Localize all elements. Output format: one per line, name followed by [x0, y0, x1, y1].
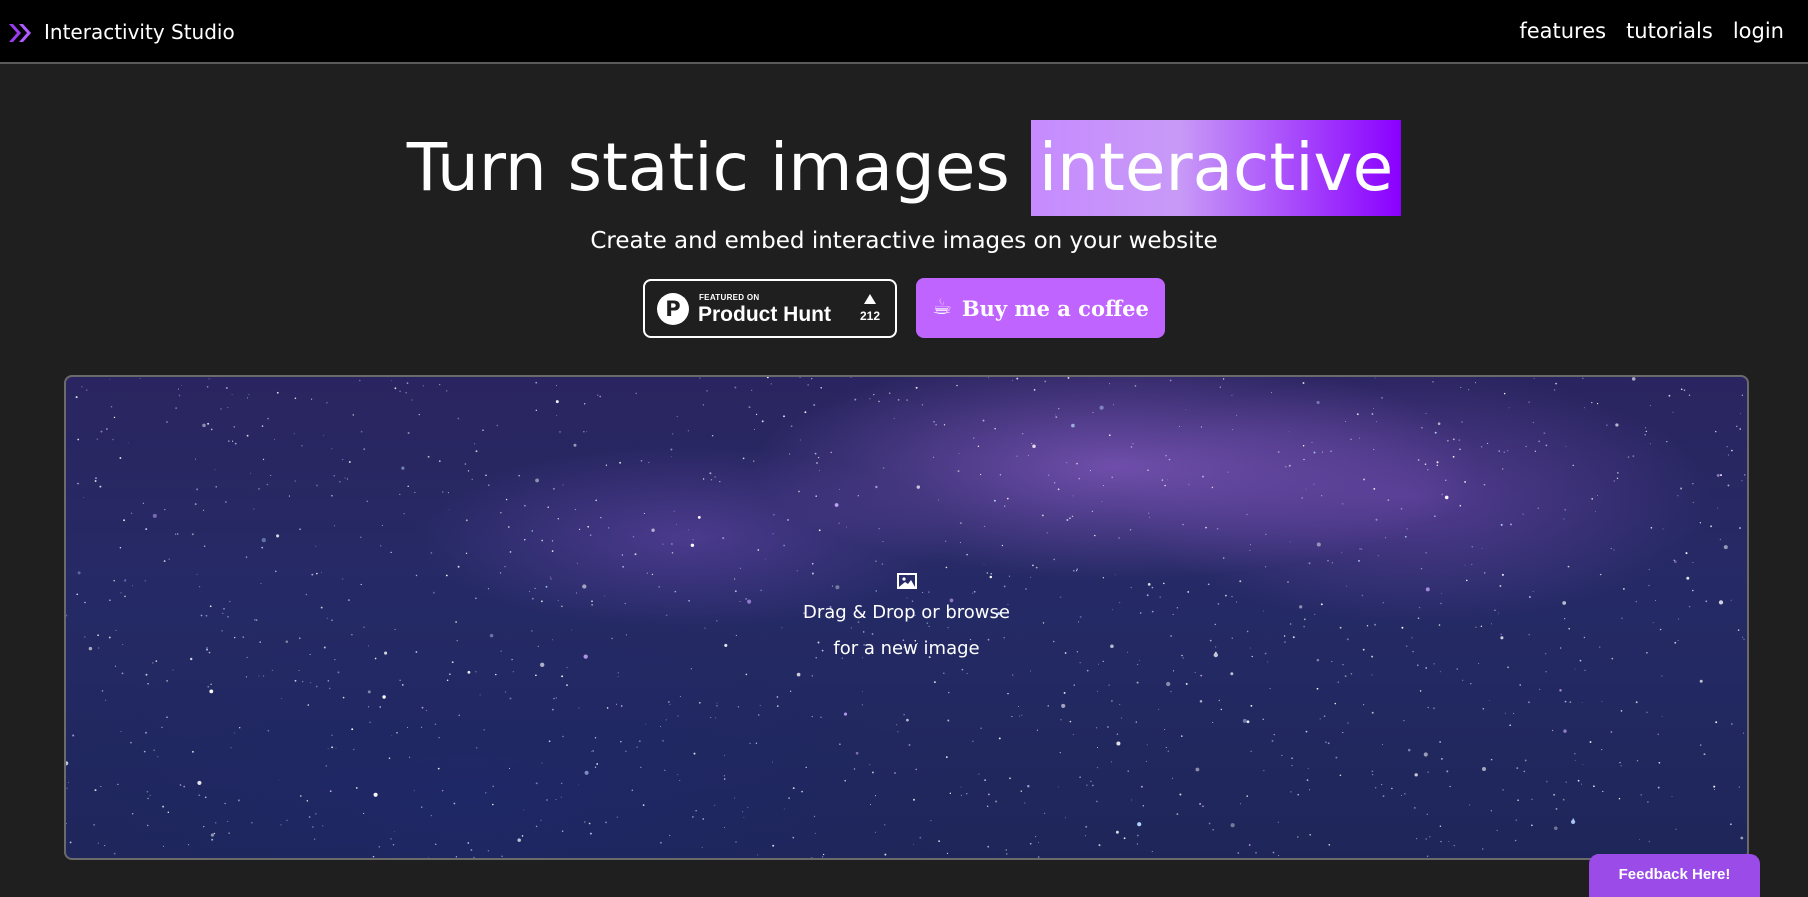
- dropzone-line-1[interactable]: Drag & Drop or browse: [66, 595, 1747, 631]
- buy-me-a-coffee-label: Buy me a coffee: [961, 295, 1149, 321]
- product-hunt-name: Product Hunt: [698, 303, 831, 326]
- hero-title: Turn static images interactive: [0, 120, 1808, 216]
- dropzone-prompt: Drag & Drop or browse for a new image: [66, 573, 1747, 667]
- product-hunt-badge[interactable]: P FEATURED ON Product Hunt 212: [643, 279, 897, 338]
- nav-tutorials-link[interactable]: tutorials: [1626, 17, 1713, 45]
- coffee-cup-icon: ☕: [932, 295, 952, 320]
- upvote-arrow-icon: [864, 294, 876, 304]
- chevrons-right-icon[interactable]: [8, 21, 34, 45]
- nav-features-link[interactable]: features: [1519, 17, 1606, 45]
- buy-me-a-coffee-button[interactable]: ☕ Buy me a coffee: [916, 278, 1165, 338]
- product-hunt-featured-label: FEATURED ON: [699, 293, 760, 302]
- nav-login-link[interactable]: login: [1733, 17, 1784, 45]
- dropzone-line-2: for a new image: [833, 638, 980, 659]
- hero-title-highlight: interactive: [1030, 120, 1402, 216]
- hero-title-prefix: Turn static images: [406, 129, 1010, 206]
- image-dropzone[interactable]: Drag & Drop or browse for a new image: [64, 375, 1749, 860]
- feedback-button[interactable]: Feedback Here!: [1589, 854, 1760, 897]
- product-hunt-logo-icon: P: [657, 293, 689, 325]
- main-nav: features tutorials login: [1519, 17, 1784, 45]
- upvote-count: 212: [859, 309, 881, 323]
- top-navbar: Interactivity Studio features tutorials …: [0, 0, 1808, 64]
- brand-name[interactable]: Interactivity Studio: [44, 19, 235, 45]
- image-icon: [896, 573, 917, 589]
- hero-subtitle: Create and embed interactive images on y…: [590, 228, 1218, 254]
